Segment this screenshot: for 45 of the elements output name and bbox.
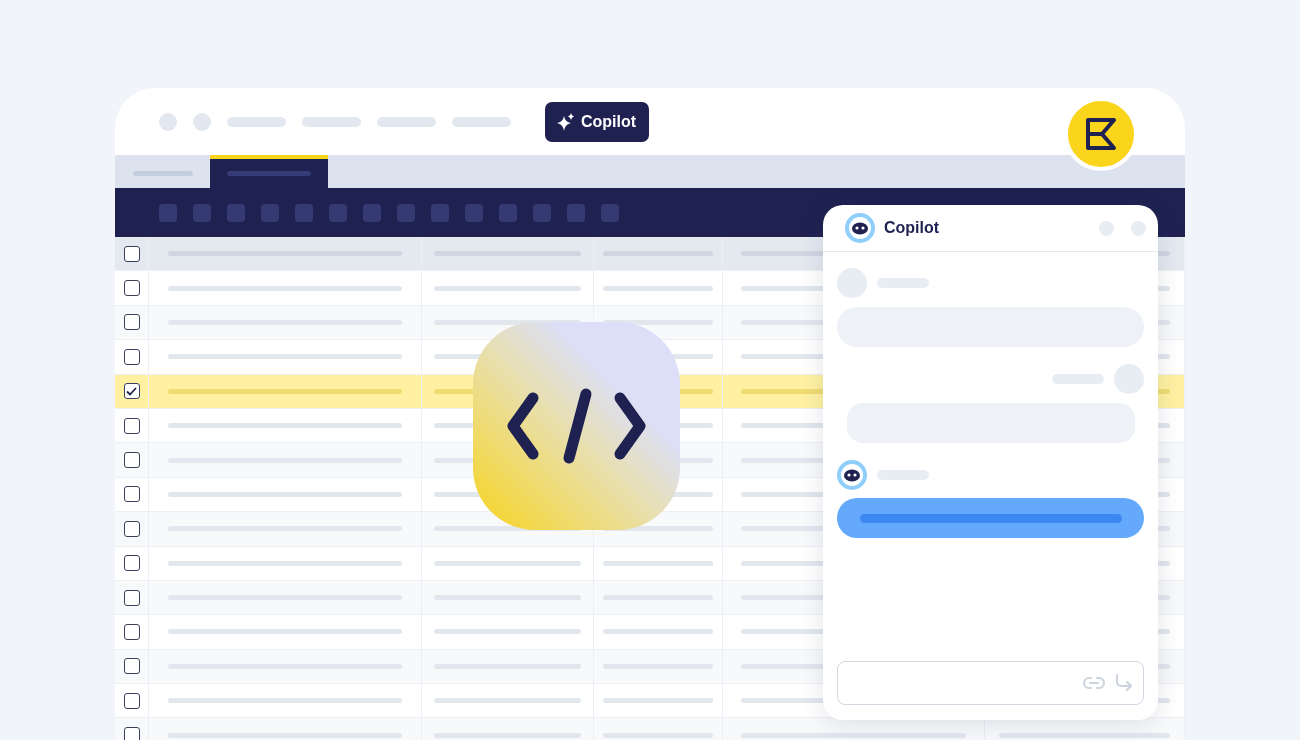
- message-input[interactable]: [837, 661, 1144, 705]
- window-control[interactable]: [193, 112, 211, 131]
- checkbox[interactable]: [123, 383, 140, 400]
- checkbox[interactable]: [123, 314, 140, 331]
- robot-avatar-icon: [845, 213, 875, 243]
- checkbox[interactable]: [123, 692, 140, 709]
- checkbox[interactable]: [123, 727, 140, 740]
- menu-placeholder: [302, 116, 361, 127]
- checkbox[interactable]: [123, 555, 140, 572]
- toolbar-button[interactable]: [159, 203, 177, 222]
- checkbox[interactable]: [123, 486, 140, 503]
- toolbar-button[interactable]: [261, 203, 279, 222]
- toolbar-button[interactable]: [329, 203, 347, 222]
- toolbar-button[interactable]: [295, 203, 313, 222]
- toolbar-button[interactable]: [193, 203, 211, 222]
- robot-avatar-icon: [837, 460, 867, 490]
- toolbar-button[interactable]: [431, 203, 449, 222]
- menu-placeholder: [377, 116, 436, 127]
- checkbox[interactable]: [123, 658, 140, 675]
- checkbox[interactable]: [123, 452, 140, 469]
- checkbox[interactable]: [123, 348, 140, 365]
- checkbox[interactable]: [123, 520, 140, 537]
- checkbox[interactable]: [123, 589, 140, 606]
- checkbox[interactable]: [123, 624, 140, 640]
- window-control[interactable]: [159, 112, 177, 131]
- tab[interactable]: [210, 155, 328, 188]
- copilot-button[interactable]: Copilot: [545, 101, 650, 142]
- toolbar-button[interactable]: [397, 203, 415, 222]
- return-arrow-icon[interactable]: [1115, 674, 1133, 692]
- toolbar-button[interactable]: [567, 203, 585, 222]
- toolbar-button[interactable]: [499, 203, 517, 222]
- toolbar-button[interactable]: [465, 203, 483, 222]
- link-icon[interactable]: [1083, 677, 1105, 689]
- toolbar-button[interactable]: [533, 203, 551, 222]
- checkbox[interactable]: [123, 280, 140, 297]
- checkbox[interactable]: [123, 245, 140, 262]
- toolbar-button[interactable]: [601, 203, 619, 222]
- sparkle-icon: [556, 111, 576, 132]
- code-icon: [473, 322, 680, 530]
- toolbar-button[interactable]: [363, 203, 381, 222]
- toolbar-button[interactable]: [227, 203, 245, 222]
- checkbox[interactable]: [123, 417, 140, 434]
- menu-placeholder: [227, 116, 286, 127]
- chat-title: Copilot: [884, 219, 941, 237]
- menu-placeholder: [452, 116, 511, 127]
